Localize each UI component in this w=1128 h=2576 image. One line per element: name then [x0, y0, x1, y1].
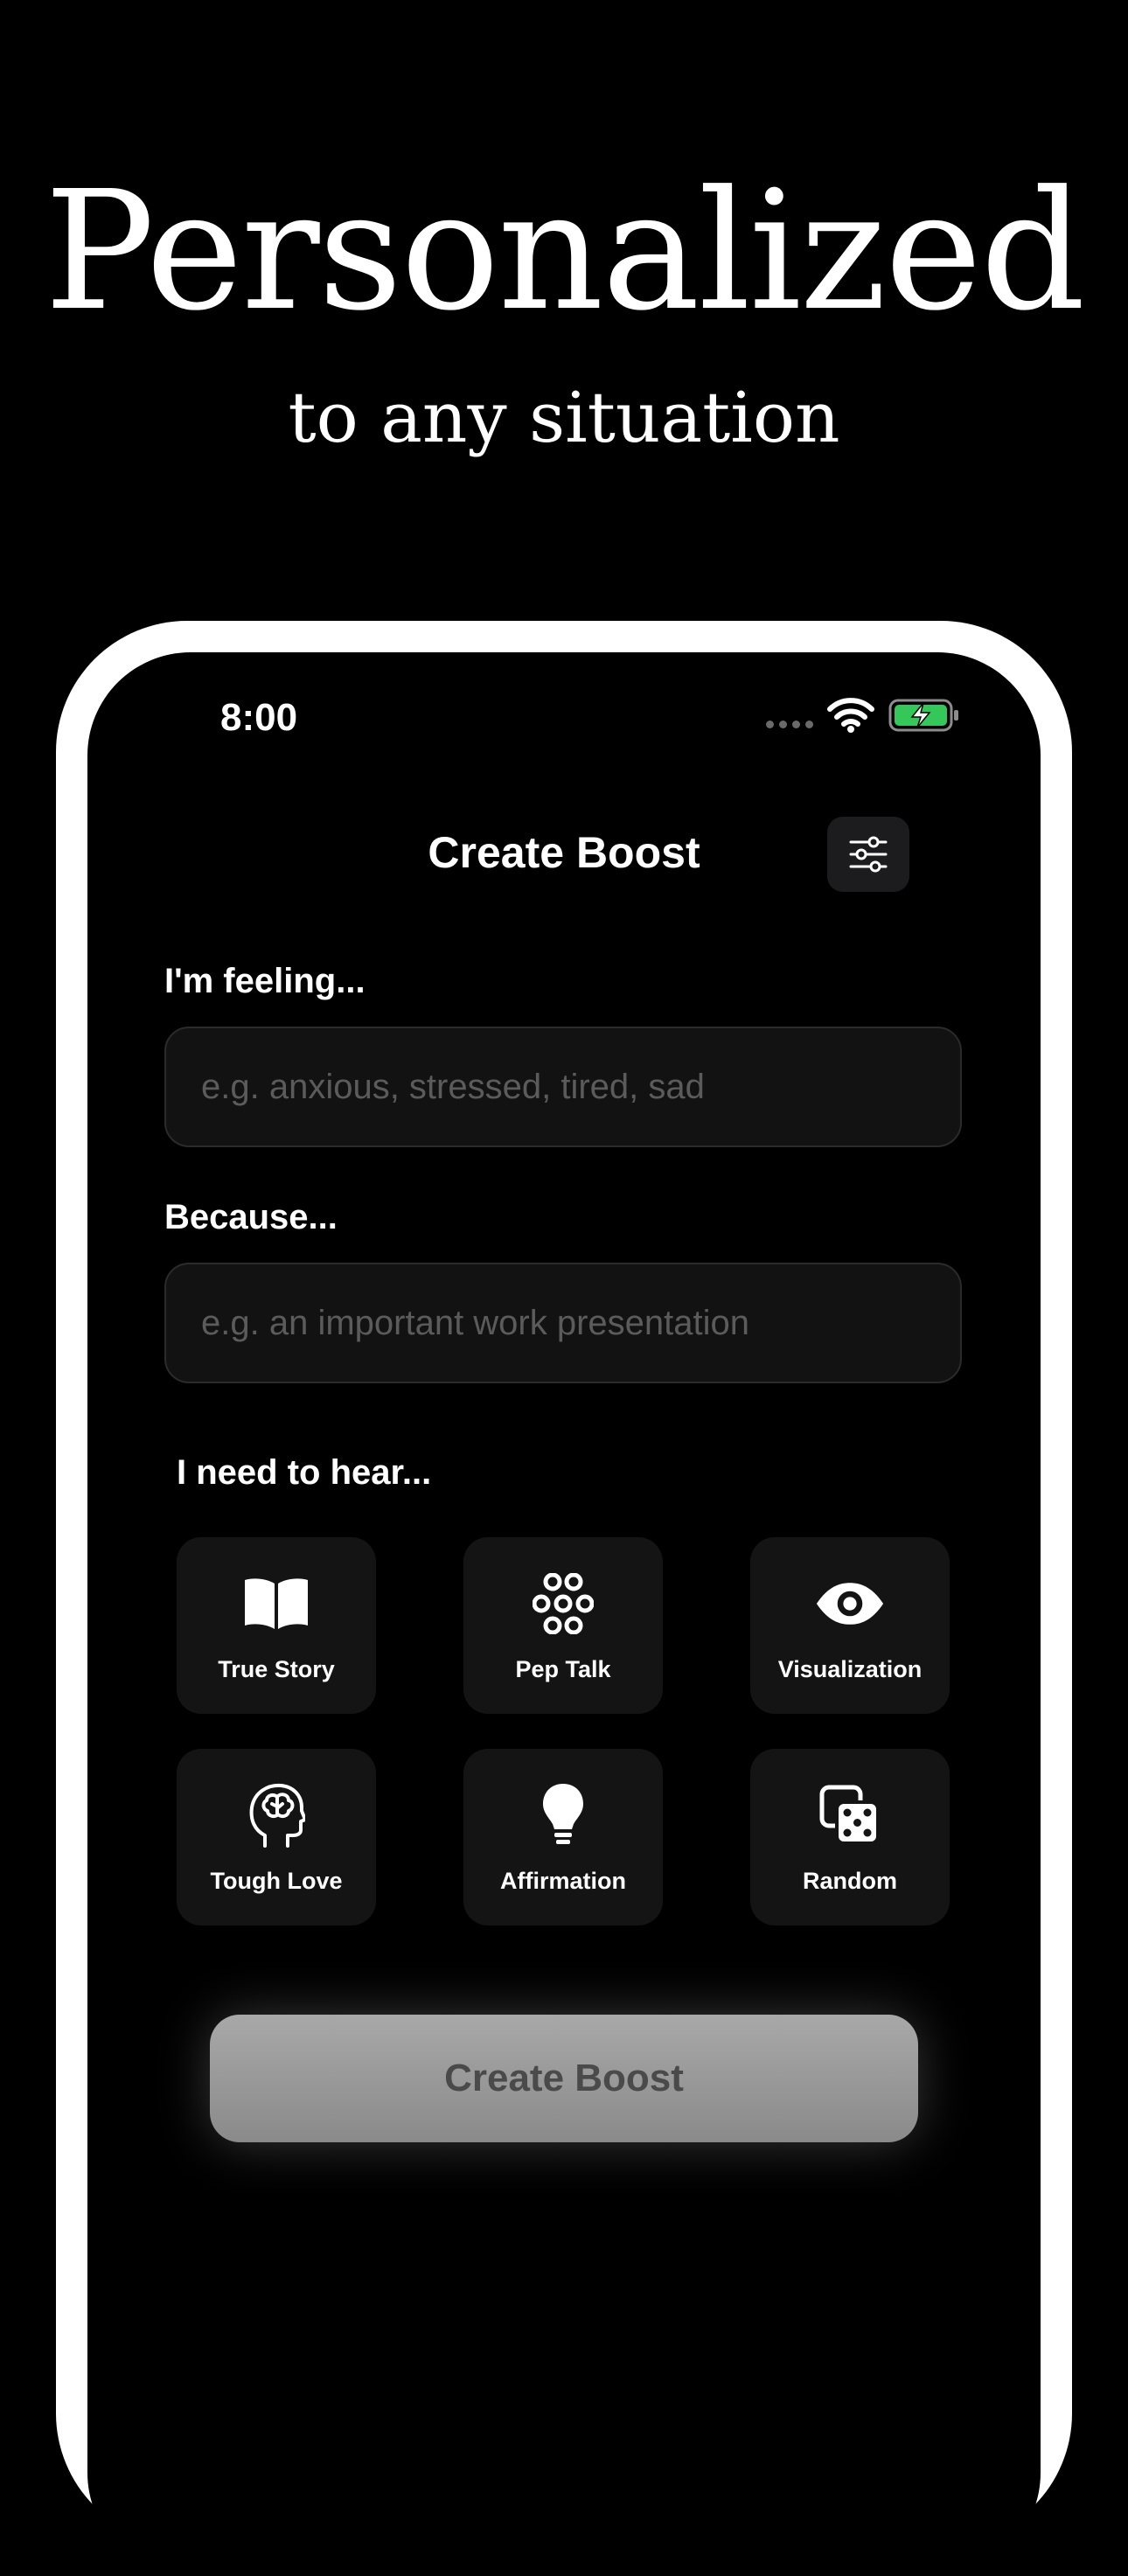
status-time: 8:00	[220, 696, 298, 739]
open-book-icon	[241, 1569, 311, 1639]
status-indicators	[766, 698, 960, 733]
feeling-label: I'm feeling...	[164, 962, 366, 1000]
option-pep-talk[interactable]: Pep Talk	[463, 1537, 663, 1714]
option-label: True Story	[218, 1655, 335, 1682]
sliders-icon	[849, 836, 888, 873]
feeling-field[interactable]	[164, 1027, 962, 1147]
because-label: Because...	[164, 1198, 338, 1236]
because-input[interactable]	[166, 1264, 960, 1382]
head-brain-icon	[241, 1780, 311, 1850]
option-random[interactable]: Random	[750, 1749, 950, 1925]
option-visualization[interactable]: Visualization	[750, 1537, 950, 1714]
dice-icon	[815, 1780, 885, 1850]
flower-dots-icon	[528, 1569, 598, 1639]
need-to-hear-label: I need to hear...	[177, 1453, 432, 1492]
battery-charging-icon	[888, 699, 958, 732]
option-label: Affirmation	[500, 1867, 626, 1894]
cellular-signal-icon	[766, 720, 813, 728]
create-boost-button[interactable]: Create Boost	[210, 2015, 918, 2142]
wifi-icon	[827, 698, 874, 733]
phone-screen: 8:00 Create Boost I'm feeling... e.g. an…	[87, 652, 1041, 2576]
option-tough-love[interactable]: Tough Love	[177, 1749, 376, 1925]
hero-subheadline: to any situation	[288, 377, 840, 458]
hero-headline: Personalized	[44, 156, 1086, 347]
filter-settings-button[interactable]	[827, 817, 909, 892]
option-label: Random	[803, 1867, 897, 1894]
message-type-options: True Story Pep Talk Visualization Tough …	[177, 1537, 951, 1925]
option-label: Visualization	[777, 1655, 923, 1682]
lightbulb-icon	[528, 1780, 598, 1850]
because-field[interactable]	[164, 1263, 962, 1383]
option-affirmation[interactable]: Affirmation	[463, 1749, 663, 1925]
option-label: Pep Talk	[515, 1655, 611, 1682]
feeling-input[interactable]	[166, 1028, 960, 1145]
option-true-story[interactable]: True Story	[177, 1537, 376, 1714]
eye-icon	[815, 1569, 885, 1639]
option-label: Tough Love	[210, 1867, 343, 1894]
